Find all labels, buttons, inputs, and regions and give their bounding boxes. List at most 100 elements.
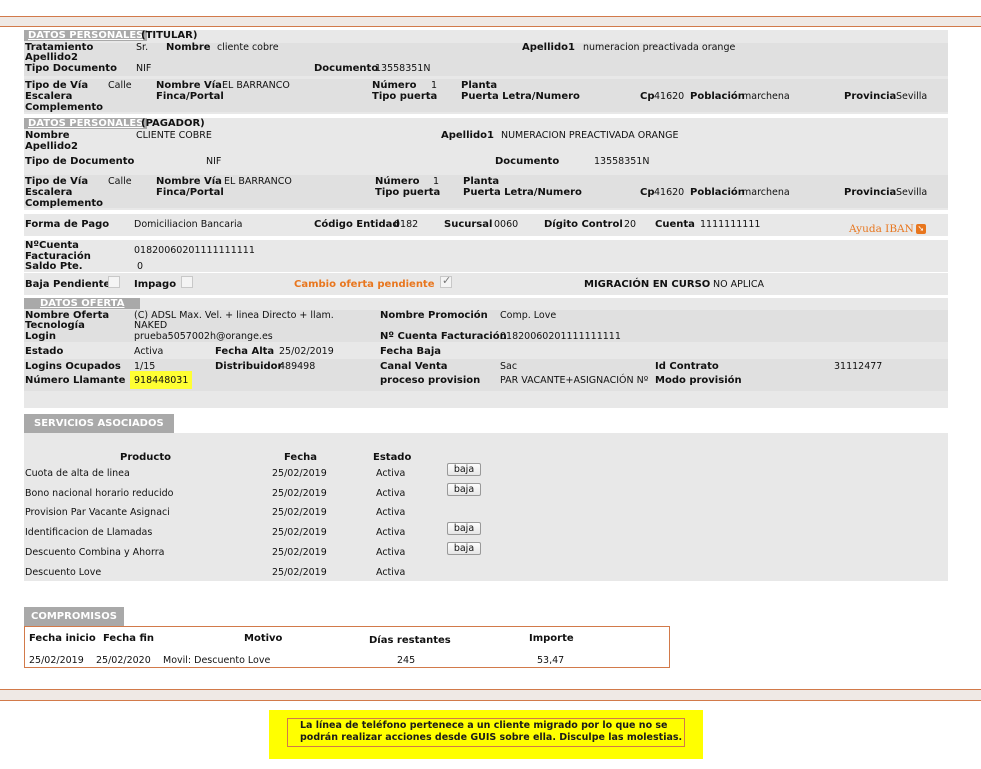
tecnologia-value: NAKED (134, 320, 168, 331)
col-producto: Producto (120, 452, 171, 463)
promocion-label: Nombre Promoción (380, 310, 488, 321)
numero-value: 1 (431, 80, 438, 91)
logins-label: Logins Ocupados (25, 361, 121, 372)
pagador-nombrevia-value: EL BARRANCO (224, 176, 292, 187)
nombrevia-label: Nombre Vía (156, 80, 222, 91)
servicio-estado: Activa (376, 547, 406, 558)
poblacion-value: marchena (742, 91, 790, 102)
pagador-escalera-label: Escalera (25, 187, 73, 198)
tipopuerta-label: Tipo puerta (372, 91, 438, 102)
tipodoc-value: NIF (136, 63, 152, 74)
saldo-label: Saldo Pte. (25, 261, 83, 272)
pagador-poblacion-label: Población (690, 187, 745, 198)
migracion-label: MIGRACIÓN EN CURSO (584, 279, 711, 290)
pagador-planta-label: Planta (463, 176, 500, 187)
compromisos-header: COMPROMISOS (24, 607, 124, 626)
servicio-estado: Activa (376, 527, 406, 538)
proceso-label: proceso provision (380, 375, 481, 386)
ncuenta-value: 01820060201111111111 (134, 245, 255, 256)
tratamiento-value: Sr. (136, 42, 149, 53)
pagador-puerta-label: Puerta Letra/Numero (463, 187, 582, 198)
canal-label: Canal Venta (380, 361, 448, 372)
oferta-ncuenta-value: 01820060201111111111 (500, 331, 621, 342)
codigo-entidad-value: 0182 (394, 219, 419, 230)
numero-label: Número (372, 80, 417, 91)
fecha-alta-label: Fecha Alta (215, 346, 275, 357)
complemento-label: Complemento (25, 102, 103, 113)
id-contrato-label: Id Contrato (655, 361, 719, 372)
servicio-fecha: 25/02/2019 (272, 527, 327, 538)
provincia-label: Provincia (844, 91, 897, 102)
baja-pendiente-checkbox[interactable] (108, 276, 120, 288)
cuenta-value: 1111111111 (700, 219, 761, 230)
nombre-value: cliente cobre (217, 42, 279, 53)
servicio-estado: Activa (376, 468, 406, 479)
col-fecha: Fecha (284, 452, 318, 463)
nombrevia-value: EL BARRANCO (222, 80, 290, 91)
baja-button[interactable]: baja (447, 542, 481, 555)
titular-row-bg (24, 43, 948, 76)
servicio-producto: Bono nacional horario reducido (25, 488, 174, 499)
pagador-tipopuerta-label: Tipo puerta (375, 187, 441, 198)
migration-notice-text: La línea de teléfono pertenece a un clie… (287, 718, 685, 747)
ayuda-iban-text[interactable]: Ayuda IBAN (849, 223, 914, 235)
pagador-complemento-label: Complemento (25, 198, 103, 209)
servicio-estado: Activa (376, 567, 406, 578)
modo-provision-label: Modo provisión (655, 375, 742, 386)
fecha-alta-value: 25/02/2019 (279, 346, 334, 357)
col-fecha-inicio: Fecha inicio (29, 633, 96, 644)
impago-checkbox[interactable] (181, 276, 193, 288)
finca-label: Finca/Portal (156, 91, 224, 102)
pagador-numero-label: Número (375, 176, 420, 187)
canal-value: Sac (500, 361, 518, 372)
compromiso-fin: 25/02/2020 (96, 655, 151, 666)
migration-notice: La línea de teléfono pertenece a un clie… (269, 710, 703, 759)
col-motivo: Motivo (244, 633, 283, 644)
pagador-finca-label: Finca/Portal (156, 187, 224, 198)
cambio-oferta-label: Cambio oferta pendiente (294, 279, 435, 290)
migracion-value: NO APLICA (713, 279, 765, 290)
numero-llamante-value: 918448031 (134, 375, 189, 386)
login-label: Login (25, 331, 56, 342)
servicio-fecha: 25/02/2019 (272, 488, 327, 499)
documento-label: Documento (314, 63, 379, 74)
col-importe: Importe (529, 633, 574, 644)
documento-value: 13558351N (375, 63, 431, 74)
baja-pendiente-label: Baja Pendiente (25, 279, 111, 290)
sucursal-value: 0060 (494, 219, 519, 230)
numero-llamante-label: Número Llamante (25, 375, 126, 386)
oferta-ncuenta-label: Nº Cuenta Facturación (380, 331, 507, 342)
apellido2-label: Apellido2 (25, 52, 78, 63)
oferta-header: DATOS OFERTA (24, 298, 141, 309)
escalera-label: Escalera (25, 91, 73, 102)
bottom-bar (0, 689, 981, 701)
col-dias-restantes: Días restantes (369, 635, 451, 646)
compromiso-dias: 245 (397, 655, 416, 666)
pagador-tipodoc-label: Tipo de Documento (25, 156, 135, 167)
servicio-estado: Activa (376, 488, 406, 499)
estado-label: Estado (25, 346, 64, 357)
digito-control-label: Dígito Control (544, 219, 623, 230)
fecha-baja-label: Fecha Baja (380, 346, 442, 357)
servicio-estado: Activa (376, 507, 406, 518)
impago-label: Impago (134, 279, 177, 290)
pagador-numero-value: 1 (433, 176, 440, 187)
pagador-apellido1-label: Apellido1 (441, 130, 494, 141)
tipovia-label: Tipo de Vía (25, 80, 89, 91)
provincia-value: Sevilla (896, 91, 928, 102)
servicio-fecha: 25/02/2019 (272, 468, 327, 479)
ncuenta-label-1: NºCuenta (25, 240, 79, 251)
proceso-value: PAR VACANTE+ASIGNACIÓN Nº (500, 375, 649, 386)
baja-button[interactable]: baja (447, 522, 481, 535)
apellido1-value: numeracion preactivada orange (583, 42, 736, 53)
cambio-oferta-checkbox[interactable] (440, 274, 452, 288)
pagador-tipodoc-value: NIF (206, 156, 222, 167)
nombre-label: Nombre (166, 42, 211, 53)
ayuda-iban-link[interactable]: Ayuda IBAN ➘ (849, 217, 926, 236)
baja-button[interactable]: baja (447, 483, 481, 496)
arrow-icon[interactable]: ➘ (915, 224, 926, 234)
servicio-producto: Cuota de alta de linea (25, 468, 130, 479)
baja-button[interactable]: baja (447, 463, 481, 476)
col-fecha-fin: Fecha fin (103, 633, 155, 644)
distribuidor-value: 489498 (279, 361, 316, 372)
